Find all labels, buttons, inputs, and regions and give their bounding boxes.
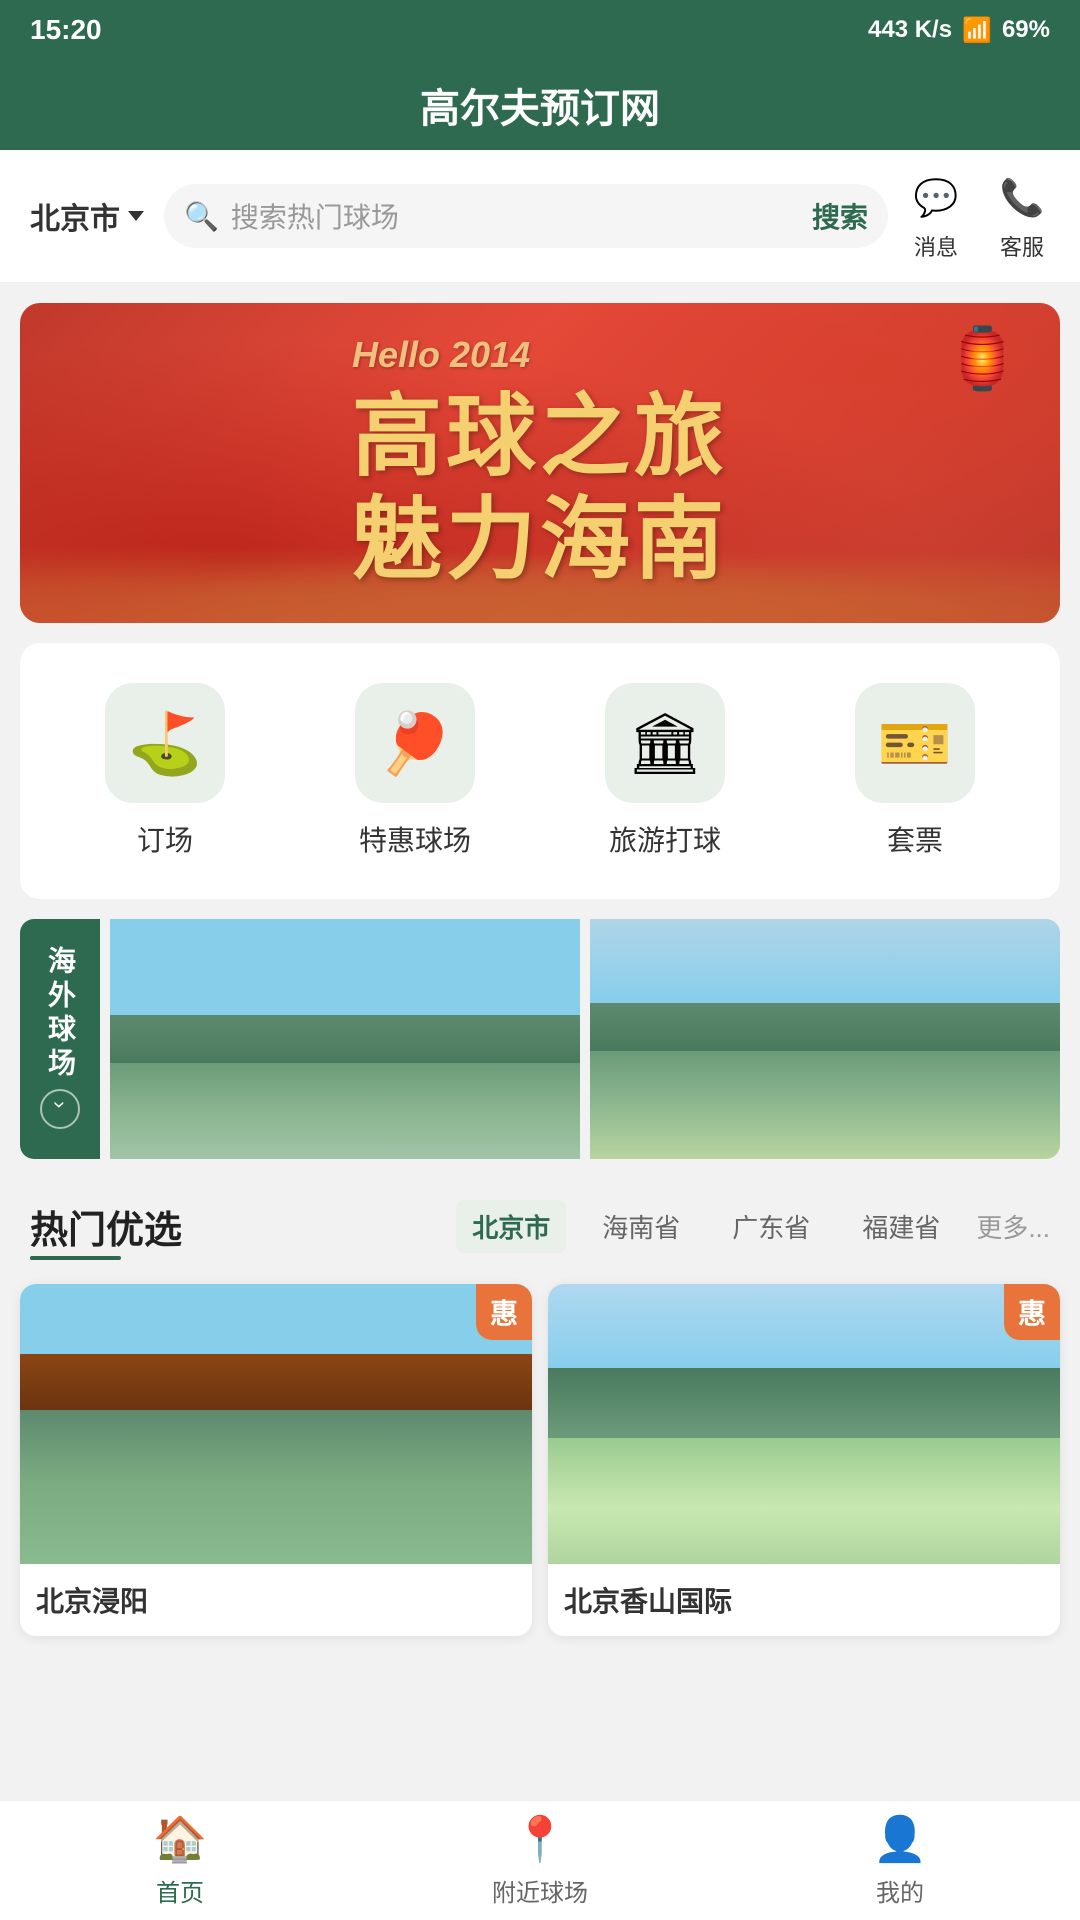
- course-card-1[interactable]: 惠 北京浸阳: [20, 1284, 532, 1636]
- region-tab-hainan[interactable]: 海南省: [586, 1200, 696, 1253]
- mine-label: 我的: [876, 1873, 924, 1908]
- overseas-text: 海外球场: [40, 946, 80, 1082]
- discount-badge-2: 惠: [1004, 1284, 1060, 1340]
- nav-package-icon: 🎫: [855, 683, 975, 803]
- tab-nearby[interactable]: 📍 附近球场: [360, 1813, 720, 1908]
- mine-icon: 👤: [873, 1813, 928, 1865]
- message-icon: 💬: [908, 170, 964, 226]
- course-image-1: 惠: [20, 1284, 532, 1564]
- chevron-down-icon: [128, 211, 144, 221]
- region-more[interactable]: 更多...: [976, 1208, 1050, 1245]
- promo-banner[interactable]: Hello 2014 高球之旅 魅力海南 🏮: [20, 303, 1060, 623]
- overseas-image-1[interactable]: [110, 919, 580, 1159]
- overseas-section[interactable]: 海外球场 ›: [20, 919, 1060, 1159]
- search-button[interactable]: 搜索: [812, 196, 868, 236]
- hot-section-title: 热门优选: [30, 1199, 182, 1254]
- nav-book-course[interactable]: ⛳ 订场: [105, 683, 225, 859]
- status-battery: 69%: [1002, 16, 1050, 44]
- search-box[interactable]: 🔍 搜索热门球场 搜索: [164, 184, 888, 248]
- course-info-1: 北京浸阳: [20, 1564, 532, 1636]
- tab-mine[interactable]: 👤 我的: [720, 1813, 1080, 1908]
- app-title: 高尔夫预订网: [420, 76, 660, 134]
- nearby-label: 附近球场: [492, 1873, 588, 1908]
- tab-home[interactable]: 🏠 首页: [0, 1813, 360, 1908]
- search-placeholder: 搜索热门球场: [231, 196, 800, 236]
- nav-book-label: 订场: [137, 819, 193, 859]
- overseas-label[interactable]: 海外球场 ›: [20, 919, 100, 1159]
- header-icons: 💬 消息 📞 客服: [908, 170, 1050, 262]
- banner-hello: Hello 2014: [352, 334, 728, 376]
- nearby-icon: 📍: [513, 1813, 568, 1865]
- banner-text: Hello 2014 高球之旅 魅力海南: [352, 334, 728, 593]
- hot-section-header: 热门优选 北京市 海南省 广东省 福建省 更多...: [0, 1179, 1080, 1264]
- region-tab-guangdong[interactable]: 广东省: [716, 1200, 826, 1253]
- nav-package[interactable]: 🎫 套票: [855, 683, 975, 859]
- nav-discount-icon: 🏓: [355, 683, 475, 803]
- phone-icon: 📞: [994, 170, 1050, 226]
- service-icon-item[interactable]: 📞 客服: [994, 170, 1050, 262]
- service-label: 客服: [1000, 230, 1044, 262]
- region-tab-beijing[interactable]: 北京市: [456, 1200, 566, 1253]
- home-icon: 🏠: [153, 1813, 208, 1865]
- overseas-arrow-icon: ›: [40, 1089, 80, 1129]
- banner-title-line2: 魅力海南: [352, 489, 728, 593]
- nav-travel-label: 旅游打球: [609, 819, 721, 859]
- message-icon-item[interactable]: 💬 消息: [908, 170, 964, 262]
- status-icons: 443 K/s 📶 69%: [868, 16, 1050, 45]
- home-label: 首页: [156, 1873, 204, 1908]
- search-icon: 🔍: [184, 200, 219, 233]
- region-tabs: 北京市 海南省 广东省 福建省 更多...: [456, 1200, 1050, 1253]
- status-time: 15:20: [30, 14, 102, 46]
- search-area: 北京市 🔍 搜索热门球场 搜索 💬 消息 📞 客服: [0, 150, 1080, 283]
- nav-package-label: 套票: [887, 819, 943, 859]
- region-tab-fujian[interactable]: 福建省: [846, 1200, 956, 1253]
- nav-travel[interactable]: 🏛 旅游打球: [605, 683, 725, 859]
- banner-lantern-icon: 🏮: [945, 323, 1020, 394]
- bottom-nav: 🏠 首页 📍 附近球场 👤 我的: [0, 1800, 1080, 1920]
- course-image-2: 惠: [548, 1284, 1060, 1564]
- nav-book-icon: ⛳: [105, 683, 225, 803]
- message-label: 消息: [914, 230, 958, 262]
- courses-grid: 惠 北京浸阳 惠 北京香山国际: [0, 1264, 1080, 1656]
- course-card-2[interactable]: 惠 北京香山国际: [548, 1284, 1060, 1636]
- app-header: 高尔夫预订网: [0, 60, 1080, 150]
- course-name-2: 北京香山国际: [564, 1580, 1044, 1620]
- status-bar: 15:20 443 K/s 📶 69%: [0, 0, 1080, 60]
- city-selector[interactable]: 北京市: [30, 194, 144, 238]
- overseas-image-2[interactable]: [590, 919, 1060, 1159]
- discount-badge-1: 惠: [476, 1284, 532, 1340]
- status-network: 443 K/s: [868, 16, 952, 44]
- nav-discount-label: 特惠球场: [359, 819, 471, 859]
- status-wifi: 📶: [962, 16, 992, 45]
- quick-nav: ⛳ 订场 🏓 特惠球场 🏛 旅游打球 🎫 套票: [20, 643, 1060, 899]
- overseas-images: [110, 919, 1060, 1159]
- banner-title-line1: 高球之旅: [352, 386, 728, 490]
- course-name-1: 北京浸阳: [36, 1580, 516, 1620]
- nav-travel-icon: 🏛: [605, 683, 725, 803]
- course-info-2: 北京香山国际: [548, 1564, 1060, 1636]
- nav-discount[interactable]: 🏓 特惠球场: [355, 683, 475, 859]
- city-label: 北京市: [30, 194, 120, 238]
